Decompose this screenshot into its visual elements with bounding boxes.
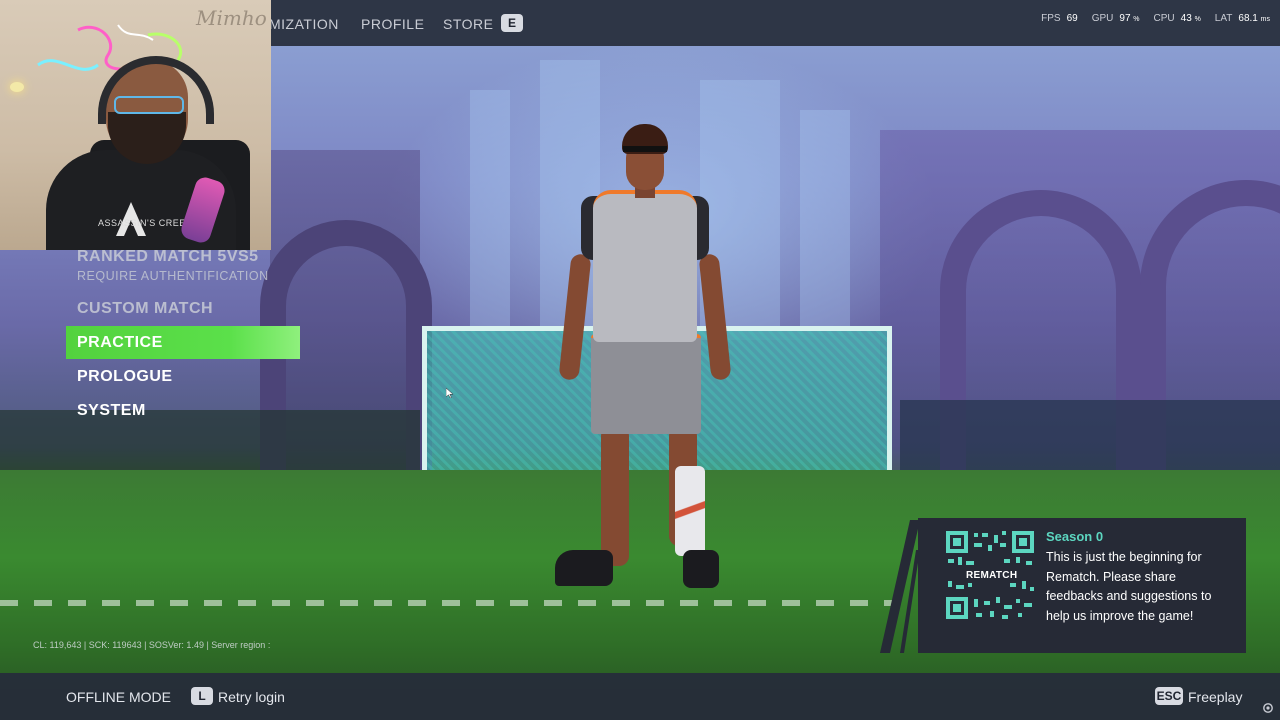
stat-label: FPS: [1041, 13, 1061, 24]
pitch-line: [0, 600, 900, 606]
stat-value: 68.1 ms: [1238, 13, 1270, 24]
tab-profile[interactable]: PROFILE: [361, 16, 424, 32]
season-title: Season 0: [1046, 529, 1104, 544]
stat-cpu: CPU 43 %: [1154, 13, 1201, 24]
cpu-unit: %: [1194, 16, 1201, 23]
cpu-value: 43: [1180, 13, 1192, 24]
city-tower: [800, 110, 850, 330]
player-shorts: [591, 334, 701, 434]
stat-fps: FPS 69: [1041, 13, 1078, 24]
player-headband: [623, 146, 667, 152]
menu-system[interactable]: SYSTEM: [66, 394, 300, 427]
lat-value: 68.1: [1238, 13, 1258, 24]
stat-label: CPU: [1153, 13, 1175, 24]
city-tower: [470, 90, 510, 330]
player-sock: [675, 466, 705, 556]
offline-mode-status: OFFLINE MODE: [66, 689, 172, 705]
fps-value: 69: [1066, 13, 1078, 24]
player-character: [555, 120, 732, 595]
stat-value: 69: [1067, 13, 1078, 24]
season-card-accent: [880, 520, 920, 653]
stat-value: 97 %: [1119, 13, 1139, 24]
tab-customization[interactable]: MIZATION: [269, 16, 339, 32]
lamp: [10, 82, 24, 92]
ranked-requirement-note: REQUIRE AUTHENTIFICATION: [77, 269, 269, 283]
menu-custom-match[interactable]: CUSTOM MATCH: [66, 292, 300, 325]
stat-label: GPU: [1091, 13, 1114, 24]
stat-gpu: GPU 97 %: [1092, 13, 1140, 24]
player-leg-left: [601, 426, 629, 566]
tab-store[interactable]: STORE: [443, 16, 493, 32]
shirt-text: ASSASSIN'S CREED: [98, 218, 193, 228]
build-info: CL: 119,643 | SCK: 119643 | SOSVer: 1.49…: [33, 640, 271, 650]
gear-icon[interactable]: [1262, 702, 1274, 714]
qr-brand-label: REMATCH: [966, 570, 1018, 581]
streamer-signature: Mimho: [196, 6, 267, 30]
stat-latency: LAT 68.1 ms: [1215, 13, 1270, 24]
performance-stats: FPS 69 GPU 97 % CPU 43 % LAT 68.1 ms: [1041, 13, 1270, 24]
gpu-value: 97: [1119, 13, 1131, 24]
cursor-icon: [446, 388, 454, 398]
streamer-webcam: Mimho ASSASSIN'S CREED: [0, 0, 271, 250]
player-shirt: [593, 190, 697, 342]
lat-unit: ms: [1260, 16, 1270, 23]
stat-label: LAT: [1214, 13, 1233, 24]
gpu-unit: %: [1133, 16, 1140, 23]
player-boot-left: [555, 550, 613, 586]
glasses: [114, 96, 184, 114]
menu-prologue[interactable]: PROLOGUE: [66, 360, 300, 393]
store-key-hint: E: [501, 14, 523, 32]
hedge-right: [900, 400, 1280, 480]
retry-login-key-hint: L: [191, 687, 213, 705]
player-boot-right: [683, 550, 719, 588]
freeplay-button[interactable]: Freeplay: [1188, 689, 1242, 705]
escape-key-hint: ESC: [1155, 687, 1183, 705]
retry-login-button[interactable]: Retry login: [218, 689, 285, 705]
menu-practice[interactable]: PRACTICE: [66, 326, 300, 359]
season-message: This is just the beginning for Rematch. …: [1046, 550, 1212, 623]
player-arm-left: [558, 253, 592, 381]
stat-value: 43 %: [1181, 13, 1201, 24]
